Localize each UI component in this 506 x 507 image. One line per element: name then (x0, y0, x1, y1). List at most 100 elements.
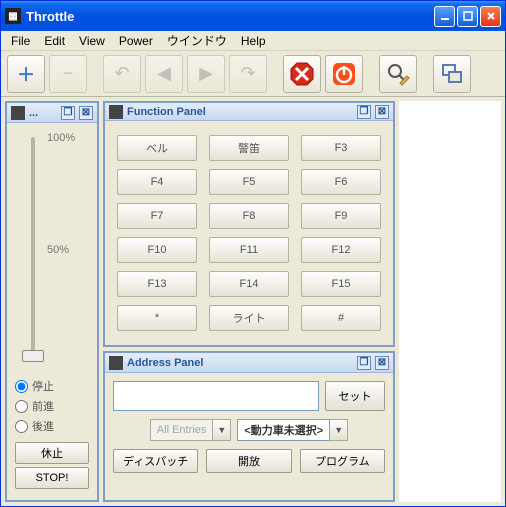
menu-view[interactable]: View (73, 32, 111, 50)
menu-power[interactable]: Power (113, 32, 159, 50)
function-button-9[interactable]: F10 (117, 237, 197, 263)
function-button-0[interactable]: ベル (117, 135, 197, 161)
function-button-7[interactable]: F8 (209, 203, 289, 229)
function-titlebar: Function Panel ❐ ⊠ (105, 103, 393, 121)
stop-icon (289, 61, 315, 87)
forward-button: ▶ (187, 55, 225, 93)
entries-value: All Entries (150, 419, 214, 441)
window-title: Throttle (26, 9, 434, 24)
slider-thumb[interactable] (22, 350, 44, 362)
dir-forward-radio[interactable] (15, 400, 28, 413)
set-button[interactable]: セット (325, 381, 385, 411)
address-input[interactable] (113, 381, 319, 411)
function-button-3[interactable]: F4 (117, 169, 197, 195)
function-button-2[interactable]: F3 (301, 135, 381, 161)
tick-50: 50% (47, 244, 69, 256)
address-row3: ディスパッチ 開放 プログラム (113, 449, 385, 473)
direction-group: 停止 前進 後進 (11, 374, 93, 442)
function-button-8[interactable]: F9 (301, 203, 381, 229)
program-button[interactable]: プログラム (300, 449, 385, 473)
loco-combo[interactable]: <動力車未選択> ▼ (237, 419, 348, 441)
panel-icon (109, 356, 123, 370)
panel-close-icon[interactable]: ⊠ (375, 105, 389, 119)
function-button-10[interactable]: F11 (209, 237, 289, 263)
windows-button[interactable] (433, 55, 471, 93)
panel-icon (109, 105, 123, 119)
panel-icon (11, 106, 25, 120)
panels-column: Function Panel ❐ ⊠ ベル警笛 F3 F4 F5 F6 F7 F8 F9 F10… (103, 101, 395, 502)
toolbar: ＋ − ↶ ◀ ▶ ↷ (1, 51, 505, 97)
left-column: ... ❐ ⊠ 100% 50% 停止 前進 (5, 101, 99, 502)
address-body: セット All Entries ▼ <動力車未選択> ▼ (105, 373, 393, 481)
panel-max-icon[interactable]: ❐ (61, 106, 75, 120)
function-button-15[interactable]: * (117, 305, 197, 331)
undo-button: ↶ (103, 55, 141, 93)
close-icon (486, 11, 496, 21)
address-panel: Address Panel ❐ ⊠ セット All Entries ▼ (103, 351, 395, 502)
dir-reverse-radio[interactable] (15, 420, 28, 433)
dir-stop[interactable]: 停止 (15, 376, 89, 396)
speed-panel: ... ❐ ⊠ 100% 50% 停止 前進 (5, 101, 99, 502)
dropdown-icon[interactable]: ▼ (213, 419, 231, 441)
back-button: ◀ (145, 55, 183, 93)
add-button[interactable]: ＋ (7, 55, 45, 93)
menubar: File Edit View Power ウインドウ Help (1, 31, 505, 51)
function-button-4[interactable]: F5 (209, 169, 289, 195)
function-title: Function Panel (127, 106, 353, 118)
function-button-14[interactable]: F15 (301, 271, 381, 297)
maximize-button[interactable] (457, 6, 478, 27)
idle-button[interactable]: 休止 (15, 442, 89, 464)
dispatch-button[interactable]: ディスパッチ (113, 449, 198, 473)
mid-row: ... ❐ ⊠ 100% 50% 停止 前進 (5, 101, 501, 502)
address-titlebar: Address Panel ❐ ⊠ (105, 353, 393, 373)
panel-max-icon[interactable]: ❐ (357, 356, 371, 370)
menu-help[interactable]: Help (235, 32, 272, 50)
dir-reverse[interactable]: 後進 (15, 416, 89, 436)
dropdown-icon[interactable]: ▼ (330, 419, 348, 441)
release-button[interactable]: 開放 (206, 449, 291, 473)
function-button-12[interactable]: F13 (117, 271, 197, 297)
panel-close-icon[interactable]: ⊠ (375, 356, 389, 370)
menu-edit[interactable]: Edit (38, 32, 71, 50)
menu-window[interactable]: ウインドウ (161, 30, 233, 51)
remove-button: − (49, 55, 87, 93)
power-icon (331, 61, 357, 87)
address-title: Address Panel (127, 357, 353, 369)
speed-titlebar: ... ❐ ⊠ (7, 103, 97, 123)
estop-button[interactable]: STOP! (15, 467, 89, 489)
stop-button[interactable] (283, 55, 321, 93)
close-button[interactable] (480, 6, 501, 27)
minimize-button[interactable] (434, 6, 455, 27)
function-button-11[interactable]: F12 (301, 237, 381, 263)
empty-area (399, 101, 501, 502)
slider-track (31, 137, 35, 360)
function-button-1[interactable]: 警笛 (209, 135, 289, 161)
function-button-5[interactable]: F6 (301, 169, 381, 195)
function-button-6[interactable]: F7 (117, 203, 197, 229)
app-icon: ▦ (5, 8, 21, 24)
loco-value: <動力車未選択> (237, 419, 330, 441)
speed-title: ... (29, 107, 57, 119)
dir-forward[interactable]: 前進 (15, 396, 89, 416)
power-button[interactable] (325, 55, 363, 93)
function-button-13[interactable]: F14 (209, 271, 289, 297)
dir-stop-radio[interactable] (15, 380, 28, 393)
panel-close-icon[interactable]: ⊠ (79, 106, 93, 120)
redo-button: ↷ (229, 55, 267, 93)
function-button-16[interactable]: ライト (209, 305, 289, 331)
window-controls (434, 6, 501, 27)
speed-body: 100% 50% 停止 前進 後進 休止 STOP! (7, 123, 97, 500)
app-window: ▦ Throttle File Edit View Power ウインドウ He… (0, 0, 506, 507)
address-row1: セット (113, 381, 385, 411)
entries-combo[interactable]: All Entries ▼ (150, 419, 232, 441)
function-body: ベル警笛 F3 F4 F5 F6 F7 F8 F9 F10 F11 F12 F13 F14 F15 * ライト… (105, 121, 393, 345)
edit-view-button[interactable] (379, 55, 417, 93)
function-button-17[interactable]: # (301, 305, 381, 331)
address-row2: All Entries ▼ <動力車未選択> ▼ (113, 419, 385, 441)
windows-icon (439, 61, 465, 87)
menu-file[interactable]: File (5, 32, 36, 50)
magnify-pencil-icon (385, 61, 411, 87)
panel-max-icon[interactable]: ❐ (357, 105, 371, 119)
speed-buttons: 休止 STOP! (11, 442, 93, 496)
speed-slider[interactable]: 100% 50% (11, 129, 93, 368)
